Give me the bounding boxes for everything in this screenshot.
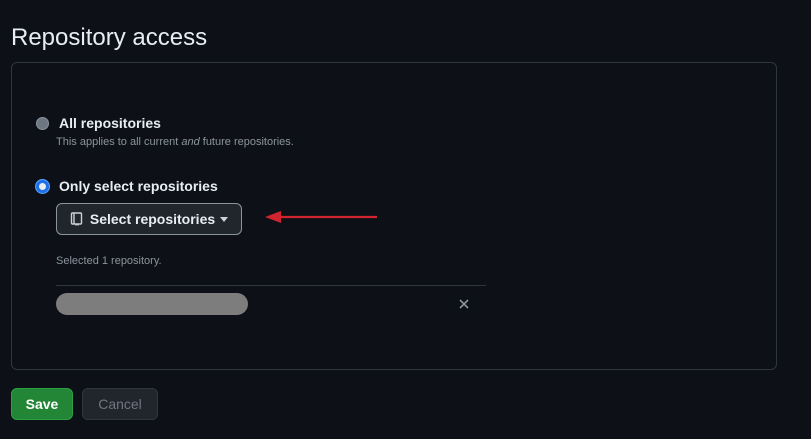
option-all-repositories-label: All repositories (59, 115, 161, 131)
option-all-repositories-description: This applies to all current and future r… (56, 136, 294, 148)
remove-repository-button[interactable] (456, 296, 472, 312)
repository-access-page: Repository access All repositories This … (0, 0, 811, 439)
caret-down-icon (220, 216, 229, 222)
selected-count-text: Selected 1 repository. (56, 255, 162, 267)
repository-access-panel: All repositories This applies to all cur… (11, 62, 777, 370)
select-repositories-button[interactable]: Select repositories (56, 203, 242, 235)
annotation-arrow-icon (265, 211, 377, 223)
divider (56, 285, 486, 286)
radio-only-select-repositories[interactable] (36, 179, 49, 193)
select-repositories-label: Select repositories (89, 211, 216, 227)
repo-icon (70, 212, 83, 226)
cancel-button[interactable]: Cancel (82, 388, 158, 420)
page-title: Repository access (11, 24, 208, 51)
option-only-select-label: Only select repositories (59, 178, 218, 194)
option-only-select-repositories[interactable]: Only select repositories (36, 178, 218, 194)
save-button[interactable]: Save (11, 388, 73, 420)
selected-repository-row (56, 293, 486, 317)
option-all-repositories[interactable]: All repositories (36, 115, 161, 131)
radio-all-repositories[interactable] (36, 116, 49, 130)
redacted-repository-name (56, 293, 248, 315)
close-icon (459, 299, 469, 309)
